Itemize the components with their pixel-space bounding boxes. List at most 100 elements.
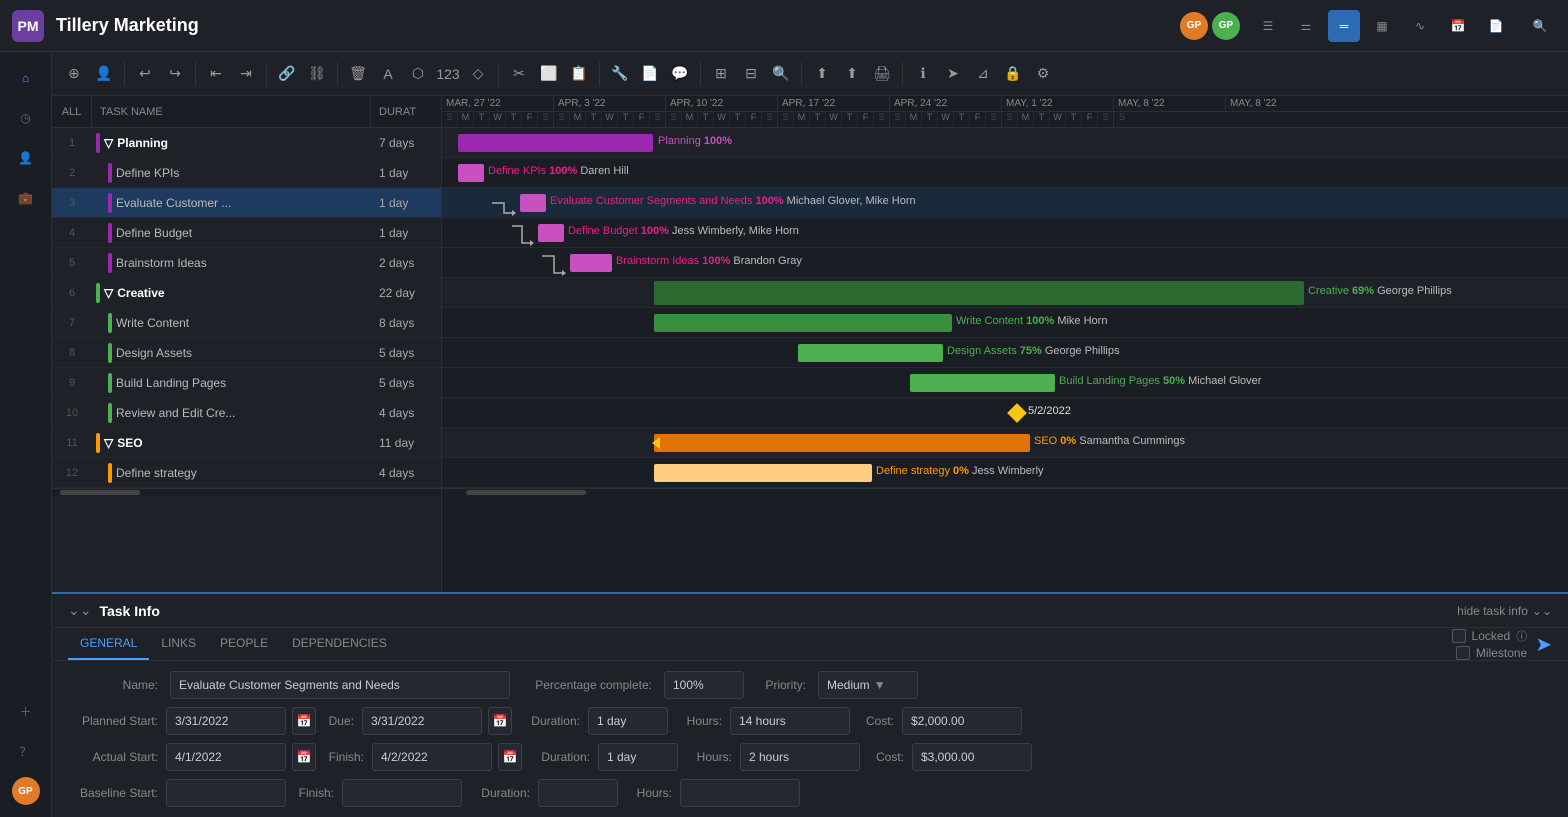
finish-input[interactable] bbox=[372, 743, 492, 771]
hide-task-info-btn[interactable]: hide task info ⌄⌄ bbox=[1457, 604, 1552, 618]
outdent-btn[interactable]: ⇤ bbox=[202, 60, 230, 88]
delete-btn[interactable]: 🗑 bbox=[344, 60, 372, 88]
nav-gantt-icon[interactable]: ═ bbox=[1328, 10, 1360, 42]
table-row[interactable]: 6 ▽ Creative 22 day bbox=[52, 278, 441, 308]
gantt-bar-seo[interactable] bbox=[654, 434, 1030, 452]
gantt-bar-landing-pages[interactable] bbox=[910, 374, 1055, 392]
sidebar-avatar-icon[interactable]: GP bbox=[8, 773, 44, 809]
gantt-bar-brainstorm[interactable] bbox=[570, 254, 612, 272]
add-person-btn[interactable]: 👤 bbox=[90, 60, 118, 88]
gantt-bar-design-assets[interactable] bbox=[798, 344, 943, 362]
nav-calendar-icon[interactable]: 📅 bbox=[1442, 10, 1474, 42]
print-btn[interactable]: 🖨 bbox=[868, 60, 896, 88]
search-icon[interactable]: 🔍 bbox=[1524, 10, 1556, 42]
indent-btn[interactable]: ⇥ bbox=[232, 60, 260, 88]
table-row[interactable]: 10 Review and Edit Cre... 4 days bbox=[52, 398, 441, 428]
table-row[interactable]: 11 ▽ SEO 11 day bbox=[52, 428, 441, 458]
locked-info-icon[interactable]: ⓘ bbox=[1516, 628, 1527, 644]
nav-list-icon[interactable]: ☰ bbox=[1252, 10, 1284, 42]
baseline-duration-input[interactable] bbox=[538, 779, 618, 807]
gantt-milestone[interactable] bbox=[1007, 403, 1027, 423]
planned-start-input[interactable] bbox=[166, 707, 286, 735]
gantt-bar-planning[interactable] bbox=[458, 134, 653, 152]
grid-btn[interactable]: ⊟ bbox=[737, 60, 765, 88]
text-btn[interactable]: A bbox=[374, 60, 402, 88]
nav-chart-icon[interactable]: ∿ bbox=[1404, 10, 1436, 42]
gantt-bar-define-strategy[interactable] bbox=[654, 464, 872, 482]
finish-calendar[interactable]: 📅 bbox=[498, 743, 522, 771]
settings-btn[interactable]: ⚙ bbox=[1029, 60, 1057, 88]
chart-area[interactable]: MAR, 27 '22 APR, 3 '22 APR, 10 '22 APR, … bbox=[442, 96, 1568, 592]
hours-input[interactable] bbox=[730, 707, 850, 735]
gantt-bar-creative-group[interactable] bbox=[654, 281, 1304, 305]
locked-checkbox[interactable] bbox=[1452, 629, 1466, 643]
nav-doc-icon[interactable]: 📄 bbox=[1480, 10, 1512, 42]
actual-hours-input[interactable] bbox=[740, 743, 860, 771]
name-input[interactable] bbox=[170, 671, 510, 699]
redo-btn[interactable]: ↪ bbox=[161, 60, 189, 88]
cut-btn[interactable]: ✂ bbox=[505, 60, 533, 88]
info-btn[interactable]: ℹ bbox=[909, 60, 937, 88]
group-toggle[interactable]: ▽ bbox=[104, 136, 113, 150]
table-row[interactable]: 3 Evaluate Customer ... 1 day bbox=[52, 188, 441, 218]
table-row[interactable]: 8 Design Assets 5 days bbox=[52, 338, 441, 368]
num-btn[interactable]: 123 bbox=[434, 60, 462, 88]
table-btn[interactable]: ⊞ bbox=[707, 60, 735, 88]
tab-general[interactable]: GENERAL bbox=[68, 628, 149, 660]
table-row[interactable]: 7 Write Content 8 days bbox=[52, 308, 441, 338]
add-task-btn[interactable]: ⊕ bbox=[60, 60, 88, 88]
actual-start-input[interactable] bbox=[166, 743, 286, 771]
actual-duration-input[interactable] bbox=[598, 743, 678, 771]
send-btn[interactable]: ➤ bbox=[939, 60, 967, 88]
zoom-btn[interactable]: 🔍 bbox=[767, 60, 795, 88]
send-icon[interactable]: ➤ bbox=[1535, 632, 1552, 657]
priority-dropdown[interactable]: Medium ▼ bbox=[818, 671, 918, 699]
due-calendar[interactable]: 📅 bbox=[488, 707, 512, 735]
group-toggle[interactable]: ▽ bbox=[104, 286, 113, 300]
link-btn[interactable]: 🔗 bbox=[273, 60, 301, 88]
sidebar-portfolio-icon[interactable]: 💼 bbox=[8, 180, 44, 216]
export-btn[interactable]: ⬆ bbox=[808, 60, 836, 88]
nav-columns-icon[interactable]: ⚌ bbox=[1290, 10, 1322, 42]
share-btn[interactable]: ⬆ bbox=[838, 60, 866, 88]
sidebar-clock-icon[interactable]: ◷ bbox=[8, 100, 44, 136]
horizontal-scrollbar-task[interactable] bbox=[52, 488, 441, 496]
collapse-icon[interactable]: ⌄⌄ bbox=[68, 602, 91, 619]
actual-cost-input[interactable] bbox=[912, 743, 1032, 771]
due-input[interactable] bbox=[362, 707, 482, 735]
copy-btn[interactable]: ⬜ bbox=[535, 60, 563, 88]
actual-start-calendar[interactable]: 📅 bbox=[292, 743, 316, 771]
tab-people[interactable]: PEOPLE bbox=[208, 628, 280, 660]
pct-complete-input[interactable] bbox=[664, 671, 744, 699]
gantt-bar-define-kpis[interactable] bbox=[458, 164, 484, 182]
undo-btn[interactable]: ↩ bbox=[131, 60, 159, 88]
filter-btn[interactable]: ⊿ bbox=[969, 60, 997, 88]
table-row[interactable]: 1 ▽ Planning 7 days bbox=[52, 128, 441, 158]
baseline-start-input[interactable] bbox=[166, 779, 286, 807]
milestone-checkbox[interactable] bbox=[1456, 646, 1470, 660]
nav-table-icon[interactable]: ▦ bbox=[1366, 10, 1398, 42]
table-row[interactable]: 4 Define Budget 1 day bbox=[52, 218, 441, 248]
duration-input[interactable] bbox=[588, 707, 668, 735]
gantt-bar-evaluate[interactable] bbox=[520, 194, 546, 212]
gantt-bar-write-content[interactable] bbox=[654, 314, 952, 332]
comment-btn[interactable]: 💬 bbox=[666, 60, 694, 88]
table-row[interactable]: 5 Brainstorm Ideas 2 days bbox=[52, 248, 441, 278]
gantt-bar-define-budget[interactable] bbox=[538, 224, 564, 242]
unlink-btn[interactable]: ⛓ bbox=[303, 60, 331, 88]
sidebar-add-icon[interactable]: ＋ bbox=[8, 693, 44, 729]
doc-btn[interactable]: 📄 bbox=[636, 60, 664, 88]
wrench-btn[interactable]: 🔧 bbox=[606, 60, 634, 88]
sidebar-people-icon[interactable]: 👤 bbox=[8, 140, 44, 176]
paste-btn[interactable]: 📋 bbox=[565, 60, 593, 88]
col-all[interactable]: ALL bbox=[52, 96, 92, 127]
table-row[interactable]: 2 Define KPIs 1 day bbox=[52, 158, 441, 188]
horizontal-scrollbar-chart[interactable] bbox=[442, 488, 1568, 496]
lock-btn[interactable]: 🔒 bbox=[999, 60, 1027, 88]
shape-btn[interactable]: ⬡ bbox=[404, 60, 432, 88]
table-row[interactable]: 12 Define strategy 4 days bbox=[52, 458, 441, 488]
planned-start-calendar[interactable]: 📅 bbox=[292, 707, 316, 735]
table-row[interactable]: 9 Build Landing Pages 5 days bbox=[52, 368, 441, 398]
baseline-finish-input[interactable] bbox=[342, 779, 462, 807]
tab-links[interactable]: LINKS bbox=[149, 628, 208, 660]
